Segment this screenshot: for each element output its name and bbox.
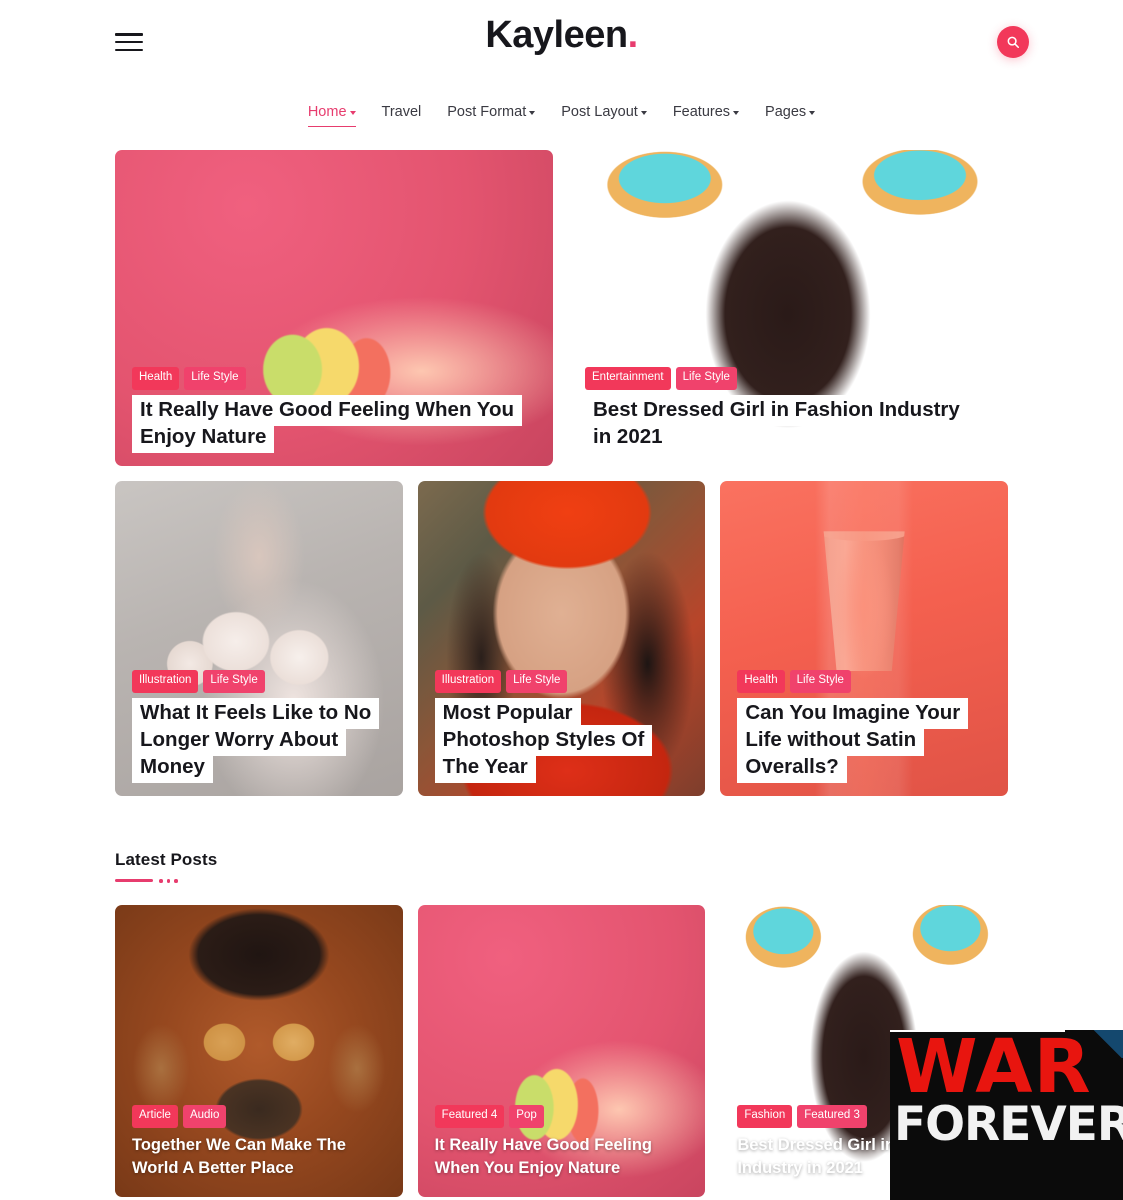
card-overlay: Featured 4 Pop It Really Have Good Feeli…: [418, 1105, 706, 1196]
card-overlay: Illustration Life Style Most Popular Pho…: [418, 670, 706, 796]
card-overlay: Illustration Life Style What It Feels Li…: [115, 670, 403, 796]
tag-chip[interactable]: Health: [132, 367, 180, 390]
nav-item-travel[interactable]: Travel: [382, 104, 422, 129]
chevron-down-icon: [809, 111, 816, 115]
tag-chip[interactable]: Life Style: [789, 670, 851, 693]
tag-chip[interactable]: Illustration: [132, 670, 199, 693]
section-divider: [115, 879, 1008, 883]
nav-label: Post Format: [447, 104, 527, 120]
tag-chip[interactable]: Life Style: [506, 670, 568, 693]
featured-card[interactable]: Health Life Style It Really Have Good Fe…: [115, 150, 553, 466]
nav-label: Home: [307, 104, 347, 120]
latest-posts-row: Article Audio Together We Can Make The W…: [115, 904, 1009, 1197]
nav-label: Features: [672, 104, 731, 120]
card-overlay: Health Life Style Can You Imagine Your L…: [720, 670, 1008, 796]
chevron-down-icon: [640, 111, 647, 115]
divider-dot: [166, 879, 170, 883]
card-tags: Health Life Style: [132, 367, 553, 390]
tag-chip[interactable]: Audio: [182, 1105, 227, 1128]
latest-post-card[interactable]: Featured 4 Pop It Really Have Good Feeli…: [417, 904, 706, 1197]
tag-chip[interactable]: Life Style: [675, 367, 737, 390]
search-button[interactable]: [997, 26, 1029, 58]
nav-label: Travel: [381, 104, 422, 120]
nav-label: Pages: [765, 104, 807, 120]
tag-chip[interactable]: Entertainment: [585, 367, 671, 390]
chevron-down-icon: [529, 111, 536, 115]
hamburger-bar: [115, 40, 143, 44]
nav-item-features[interactable]: Features: [672, 104, 740, 129]
nav-label: Post Layout: [561, 104, 638, 120]
card-title[interactable]: It Really Have Good Feeling When You Enj…: [132, 394, 522, 453]
divider-bar: [115, 879, 153, 883]
chevron-down-icon: [349, 111, 356, 115]
site-logo[interactable]: Kayleen.: [0, 14, 1123, 57]
latest-post-card[interactable]: Article Audio Together We Can Make The W…: [115, 904, 403, 1197]
tag-chip[interactable]: Featured 4: [434, 1105, 505, 1128]
tag-chip[interactable]: Health: [737, 670, 785, 693]
card-tags: Illustration Life Style: [132, 670, 403, 693]
hamburger-bar: [115, 33, 143, 36]
featured-top-row: Health Life Style It Really Have Good Fe…: [115, 150, 1008, 466]
featured-card[interactable]: Health Life Style Can You Imagine Your L…: [720, 481, 1009, 796]
tag-chip[interactable]: Life Style: [203, 670, 265, 693]
divider-dots: [159, 879, 178, 883]
featured-mid-row: Illustration Life Style What It Feels Li…: [115, 481, 1009, 796]
chevron-down-icon: [733, 111, 740, 115]
card-title[interactable]: Best Dressed Girl in Fashion Industry in…: [585, 394, 974, 453]
card-tags: Featured 4 Pop: [434, 1105, 706, 1128]
ad-headline-secondary: FOREVER: [894, 1096, 1123, 1152]
card-overlay: Article Audio Together We Can Make The W…: [115, 1105, 403, 1196]
site-header: Kayleen.: [0, 0, 1123, 84]
card-overlay: Health Life Style It Really Have Good Fe…: [115, 367, 553, 466]
ad-overlay-banner[interactable]: WAR FOREVER: [890, 1030, 1123, 1200]
nav-item-post-layout[interactable]: Post Layout: [561, 104, 647, 129]
card-tags: Entertainment Life Style: [585, 367, 1008, 390]
nav-item-post-format[interactable]: Post Format: [447, 104, 536, 129]
hamburger-icon[interactable]: [115, 33, 143, 51]
search-icon: [1007, 36, 1020, 49]
tag-chip[interactable]: Pop: [509, 1105, 544, 1128]
nav-item-pages[interactable]: Pages: [765, 104, 816, 129]
tag-chip[interactable]: Article: [132, 1105, 178, 1128]
card-title[interactable]: Together We Can Make The World A Better …: [132, 1134, 384, 1181]
latest-posts-section-header: Latest Posts: [115, 850, 1008, 883]
divider-dot: [159, 879, 163, 883]
tag-chip[interactable]: Illustration: [434, 670, 502, 693]
card-overlay: Entertainment Life Style Best Dressed Gi…: [568, 367, 1008, 466]
card-title[interactable]: What It Feels Like to No Longer Worry Ab…: [132, 697, 381, 783]
ad-white-strip: [890, 1030, 1065, 1032]
card-title[interactable]: It Really Have Good Feeling When You Enj…: [435, 1134, 687, 1181]
hamburger-bar: [115, 48, 143, 51]
card-tags: Health Life Style: [737, 670, 1008, 693]
page-root: Kayleen. Home Travel Post Format Post La…: [0, 0, 1123, 1200]
nav-item-home[interactable]: Home: [307, 104, 356, 129]
section-title: Latest Posts: [115, 850, 218, 869]
divider-dot: [174, 879, 178, 883]
tag-chip[interactable]: Fashion: [737, 1105, 793, 1128]
card-title[interactable]: Most Popular Photoshop Styles Of The Yea…: [434, 697, 684, 783]
tag-chip[interactable]: Featured 3: [797, 1105, 867, 1128]
ad-blue-corner-icon: [1063, 1030, 1123, 1058]
site-logo-dot: .: [627, 14, 639, 56]
tag-chip[interactable]: Life Style: [184, 367, 246, 390]
main-navigation: Home Travel Post Format Post Layout Feat…: [0, 84, 1123, 138]
site-logo-text: Kayleen: [485, 14, 628, 56]
featured-card[interactable]: Illustration Life Style What It Feels Li…: [115, 481, 403, 796]
card-tags: Illustration Life Style: [434, 670, 706, 693]
card-title[interactable]: Can You Imagine Your Life without Satin …: [737, 697, 986, 783]
featured-card[interactable]: Entertainment Life Style Best Dressed Gi…: [568, 150, 1008, 466]
card-tags: Article Audio: [132, 1105, 403, 1128]
featured-card[interactable]: Illustration Life Style Most Popular Pho…: [417, 481, 706, 796]
